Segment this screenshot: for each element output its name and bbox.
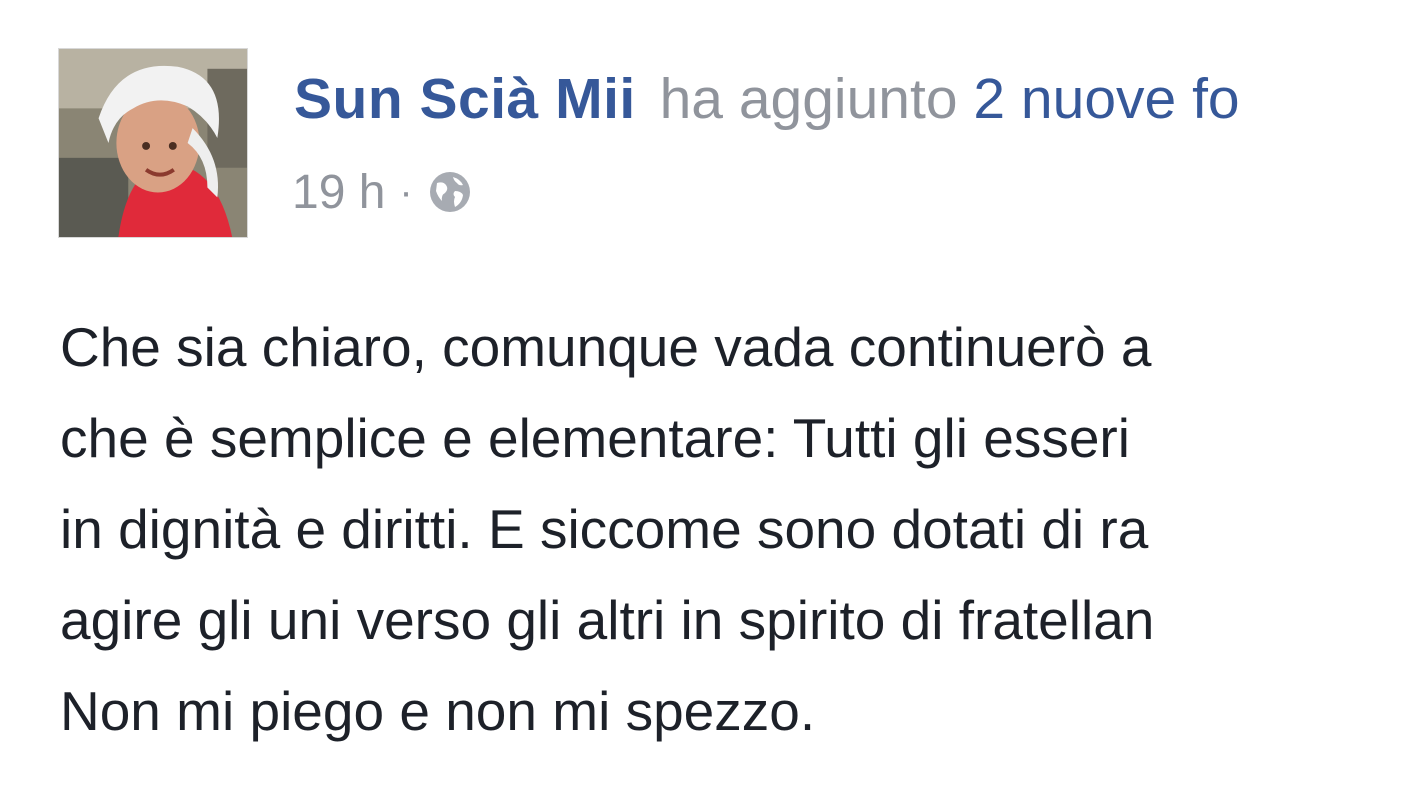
post-body-line: agire gli uni verso gli altri in spirito… [60, 589, 1155, 651]
post-body: Che sia chiaro, comunque vada continuerò… [60, 302, 1408, 757]
author-name-link[interactable]: Sun Scià Mii [294, 67, 636, 131]
post-meta: 19 h · [292, 164, 473, 220]
globe-icon[interactable] [427, 169, 473, 215]
facebook-post: Sun Scià Mii ha aggiunto 2 nuove fo 19 h… [0, 0, 1408, 792]
post-body-line: in dignità e diritti. E siccome sono dot… [60, 498, 1149, 560]
meta-separator: · [399, 169, 413, 214]
post-timestamp[interactable]: 19 h [292, 165, 385, 220]
post-body-line: che è semplice e elementare: Tutti gli e… [60, 407, 1130, 469]
avatar[interactable] [58, 48, 248, 238]
avatar-photo [59, 49, 247, 237]
post-action-text: ha aggiunto [659, 67, 958, 131]
post-body-line: Non mi piego e non mi spezzo. [60, 680, 816, 742]
photos-link[interactable]: 2 nuove fo [973, 67, 1239, 131]
post-header: Sun Scià Mii ha aggiunto 2 nuove fo [294, 66, 1240, 132]
post-body-line: Che sia chiaro, comunque vada continuerò… [60, 316, 1152, 378]
